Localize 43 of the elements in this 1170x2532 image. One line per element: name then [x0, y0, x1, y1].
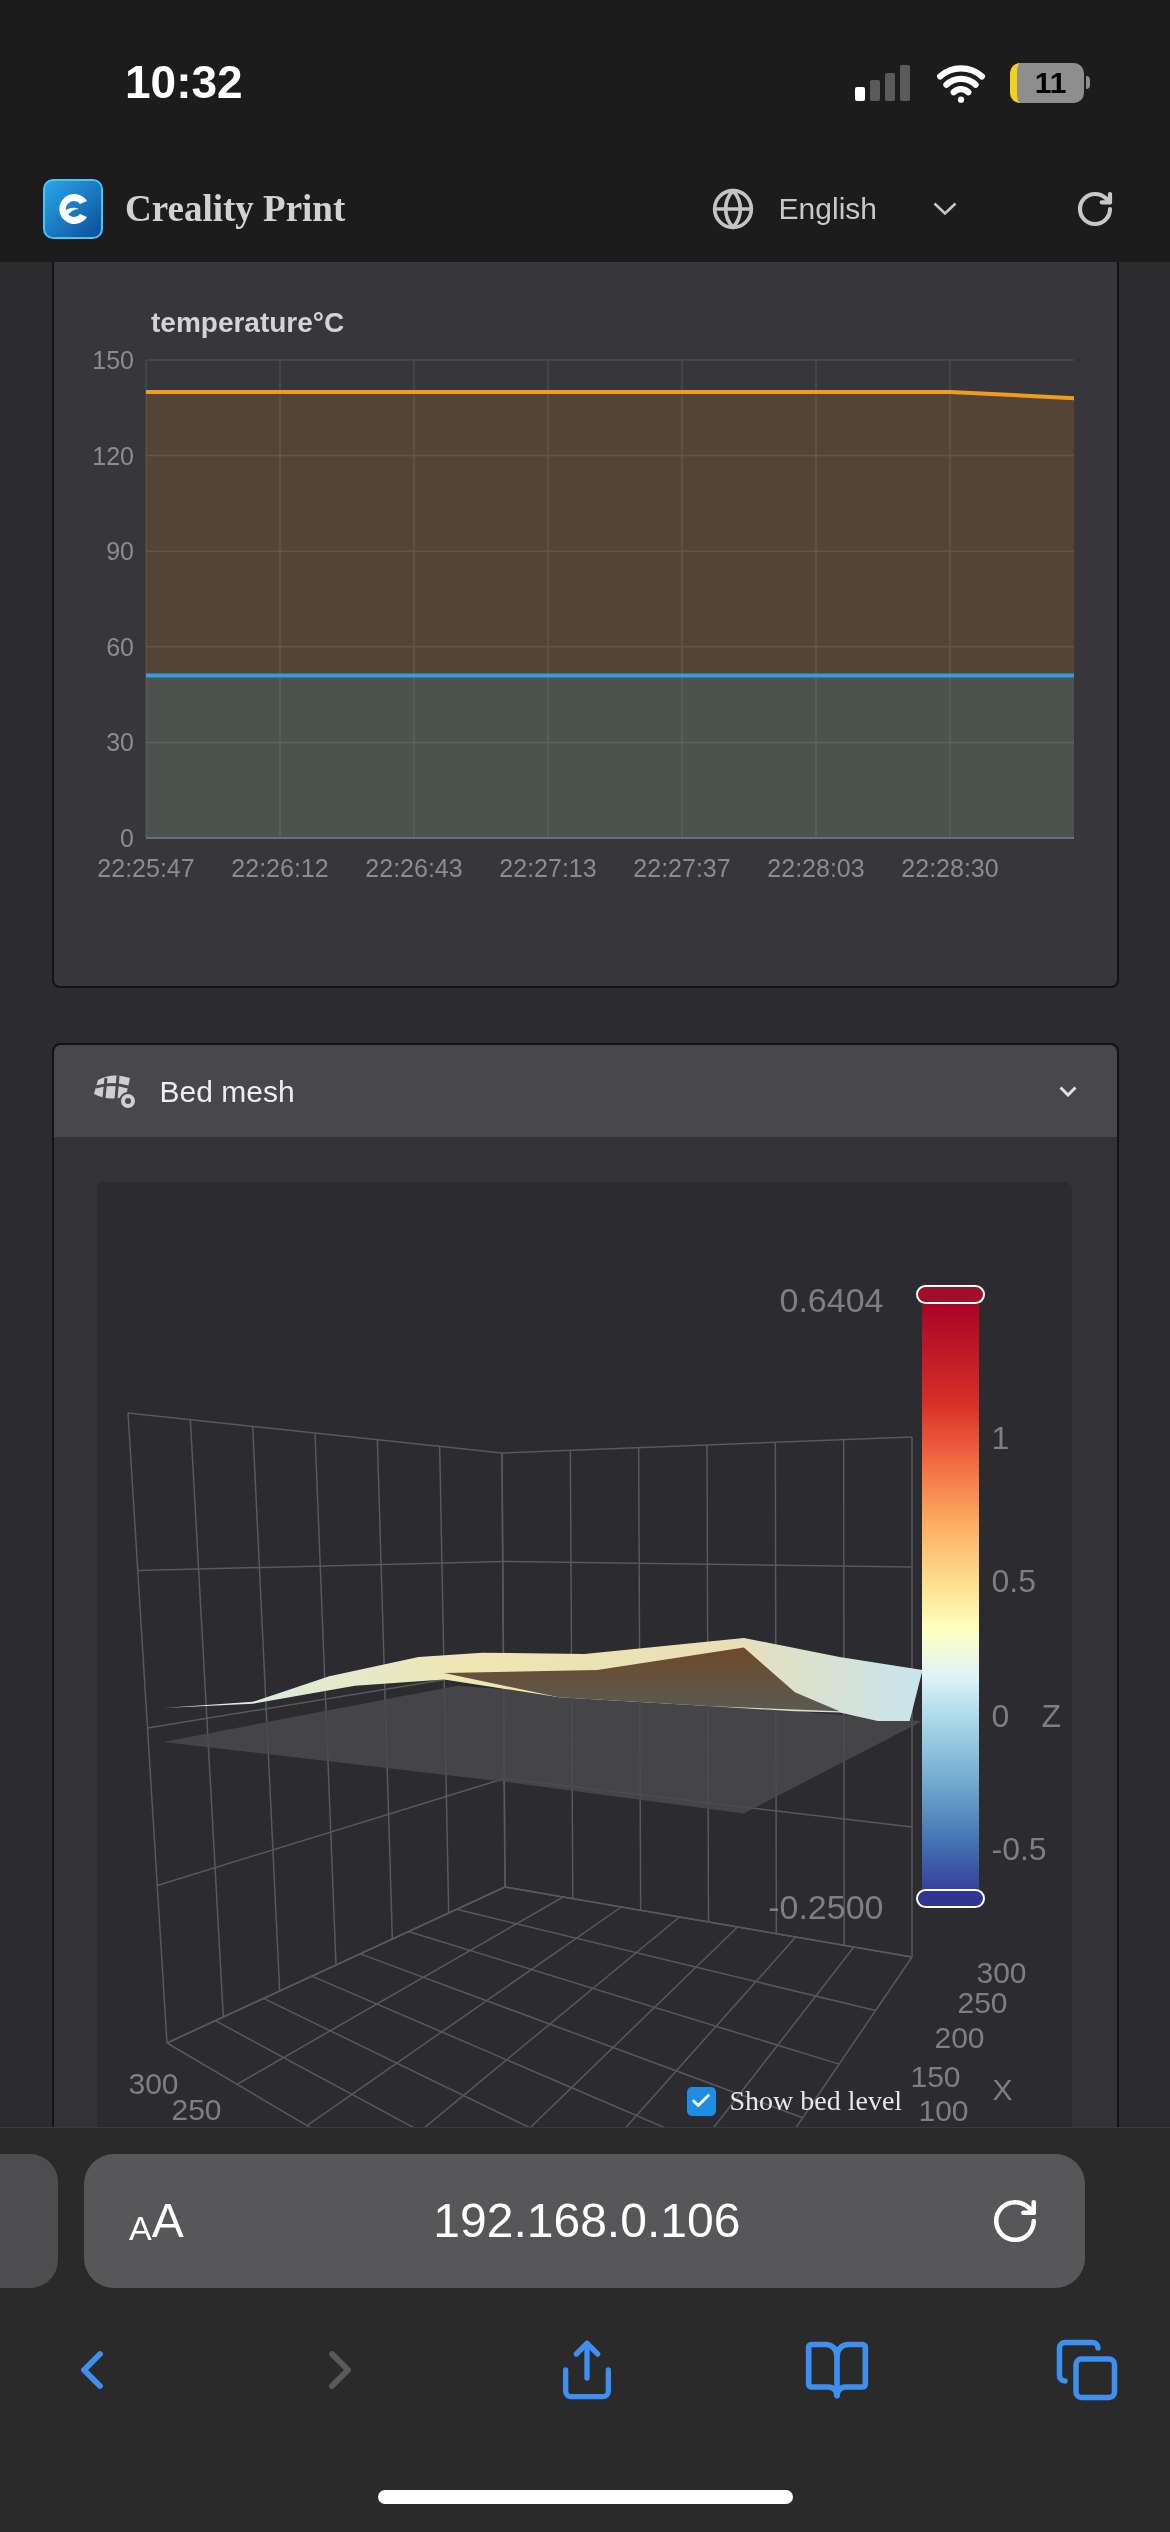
axis-tick-label: 0.5 — [991, 1562, 1036, 1601]
axis-tick-label: 22:27:13 — [498, 854, 597, 882]
axis-tick-label: 150 — [910, 2059, 961, 2095]
axis-tick-label: 22:25:47 — [96, 854, 195, 882]
axis-tick-label: 60 — [105, 632, 134, 661]
chevron-down-icon[interactable] — [1058, 1085, 1077, 1097]
tabs-icon[interactable] — [1054, 2337, 1120, 2403]
url-text: 192.168.0.106 — [432, 2193, 742, 2249]
axis-tick-label: 30 — [105, 728, 134, 757]
axis-title: X — [992, 2072, 1013, 2108]
axis-tick-label: 150 — [91, 346, 134, 374]
address-bar[interactable]: AA 192.168.0.106 — [84, 2154, 1085, 2288]
app-title: Creality Print — [125, 186, 346, 231]
chevron-down-icon — [933, 202, 957, 215]
battery-level: 11 — [1034, 65, 1067, 101]
axis-tick-label: 1 — [991, 1419, 1010, 1458]
axis-tick-label: 0 — [991, 1697, 1010, 1736]
axis-tick-label: 22:28:30 — [900, 854, 999, 882]
axis-tick-label: 90 — [105, 537, 134, 566]
axis-tick-label: 22:27:37 — [632, 854, 731, 882]
axis-tick-label: 120 — [91, 441, 134, 470]
checkbox-label: Show bed level — [729, 2084, 903, 2118]
axis-tick-label: 22:28:03 — [766, 854, 865, 882]
language-select[interactable]: English — [778, 186, 957, 231]
scale-min-label: -0.2500 — [768, 1887, 884, 1928]
axis-tick-label: 100 — [918, 2093, 969, 2127]
axis-title: Z — [1041, 1697, 1062, 1736]
axis-tick-label: -0.5 — [991, 1830, 1047, 1869]
globe-icon — [710, 186, 755, 231]
axis-tick-label: 22:26:43 — [364, 854, 463, 882]
checkbox[interactable] — [686, 2086, 716, 2116]
signal-icon — [855, 64, 912, 101]
chart-title: temperature°C — [150, 307, 344, 338]
card-title: Bed mesh — [159, 1073, 295, 1110]
bed-mesh-icon — [91, 1072, 138, 1110]
axis-tick-label: 0 — [119, 824, 134, 852]
axis-tick-label: 200 — [934, 2020, 985, 2056]
text-size-button[interactable]: AA — [129, 2197, 184, 2245]
status-time: 10:32 — [125, 55, 243, 110]
axis-tick-label: 22:26:12 — [230, 854, 329, 882]
range-handle[interactable] — [915, 1889, 985, 1908]
scale-max-label: 0.6404 — [779, 1280, 884, 1321]
range-handle[interactable] — [915, 1285, 985, 1304]
